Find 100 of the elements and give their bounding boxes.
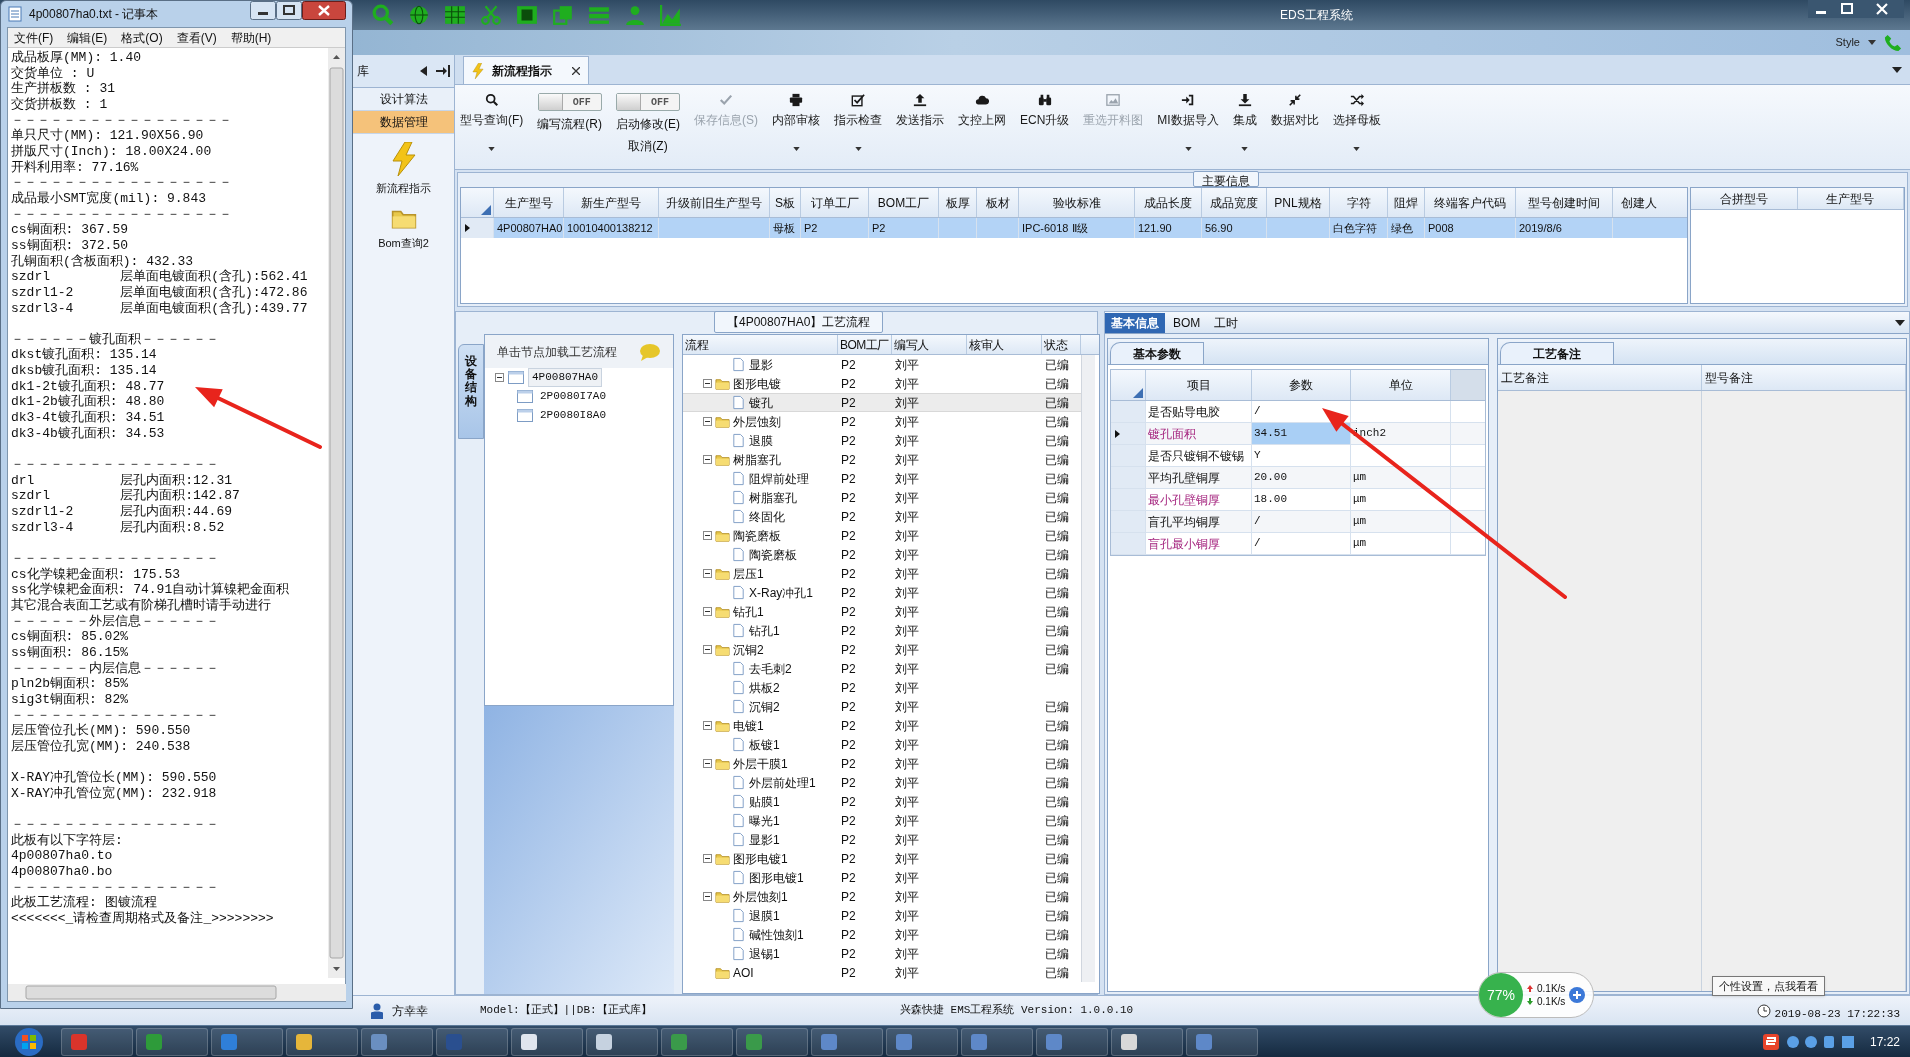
column-header[interactable]: 核审人: [967, 335, 1042, 354]
nav-item[interactable]: 数据管理: [353, 111, 454, 134]
table-row[interactable]: 图形电镀1 P2 刘平 已编: [683, 849, 1081, 868]
column-header[interactable]: 合拼型号: [1691, 188, 1798, 209]
close-icon[interactable]: [302, 1, 346, 20]
table-row[interactable]: 显影1 P2 刘平 已编: [683, 830, 1081, 849]
scrollbar[interactable]: [1081, 355, 1095, 982]
collapse-icon[interactable]: [703, 379, 712, 388]
table-row[interactable]: AOI P2 刘平 已编: [683, 963, 1081, 982]
menu-item[interactable]: 帮助(H): [230, 28, 272, 47]
menu-item[interactable]: 文件(F): [14, 28, 54, 47]
tree-node[interactable]: 2P0080I8A0: [537, 407, 609, 424]
caret-icon[interactable]: [1892, 67, 1902, 73]
collapse-icon[interactable]: [703, 531, 712, 540]
menu-item[interactable]: 查看(V): [176, 28, 217, 47]
table-row[interactable]: 碱性蚀刻1 P2 刘平 已编: [683, 925, 1081, 944]
search-icon[interactable]: [372, 4, 394, 26]
column-header[interactable]: 工艺备注: [1498, 365, 1702, 390]
close-icon[interactable]: [1860, 0, 1904, 18]
column-header[interactable]: PNL规格: [1266, 188, 1329, 217]
column-header[interactable]: 板厚: [938, 188, 976, 217]
table-row[interactable]: 钻孔1 P2 刘平 已编: [683, 621, 1081, 640]
pin-icon[interactable]: [436, 65, 450, 77]
document-tab[interactable]: 新流程指示: [463, 56, 589, 84]
toggle-switch[interactable]: OFF: [537, 93, 602, 111]
caret-icon[interactable]: [1895, 320, 1905, 326]
collapse-icon[interactable]: [703, 645, 712, 654]
table-row[interactable]: 陶瓷磨板 P2 刘平 已编: [683, 545, 1081, 564]
tab[interactable]: 基本参数: [1110, 342, 1204, 364]
copy-icon[interactable]: [552, 4, 574, 26]
ribbon-button[interactable]: 选择母板: [1329, 93, 1384, 151]
tab[interactable]: BOM: [1167, 313, 1207, 333]
collapse-icon[interactable]: [703, 892, 712, 901]
collapse-icon[interactable]: [703, 854, 712, 863]
table-row[interactable]: 是否贴导电胶 /: [1111, 401, 1485, 423]
scrollbar[interactable]: [8, 984, 346, 1001]
table-row[interactable]: 外层蚀刻 P2 刘平 已编: [683, 412, 1081, 431]
table-row[interactable]: X-Ray冲孔1 P2 刘平 已编: [683, 583, 1081, 602]
tab[interactable]: 基本信息: [1105, 313, 1165, 333]
plus-icon[interactable]: [1569, 987, 1586, 1003]
taskbar-clock[interactable]: 17:22: [1869, 1032, 1900, 1051]
ribbon-button[interactable]: 集成: [1229, 93, 1260, 151]
column-header[interactable]: 验收标准: [1018, 188, 1134, 217]
tray-icon[interactable]: [1785, 1033, 1856, 1050]
scissors-icon[interactable]: [480, 4, 502, 26]
collapse-icon[interactable]: [703, 417, 712, 426]
table-row[interactable]: 树脂塞孔 P2 刘平 已编: [683, 450, 1081, 469]
column-header[interactable]: 项目: [1145, 370, 1251, 400]
taskbar-button[interactable]: [1111, 1027, 1183, 1056]
column-header[interactable]: 字符: [1329, 188, 1387, 217]
column-header[interactable]: 新生产型号: [563, 188, 658, 217]
table-row[interactable]: 外层干膜1 P2 刘平 已编: [683, 754, 1081, 773]
table-row[interactable]: 树脂塞孔 P2 刘平 已编: [683, 488, 1081, 507]
table-row[interactable]: 烘板2 P2 刘平: [683, 678, 1081, 697]
tree-node[interactable]: 2P0080I7A0: [537, 388, 609, 405]
table-row[interactable]: 4P00807HA0 10010400138212 母板 P2 P2 IPC-6018 Ⅱ级 121.90 56.90 白色字符 绿色 P008 2019/8/6: [461, 218, 1687, 238]
column-header[interactable]: BOM工厂: [868, 188, 938, 217]
table-row[interactable]: 钻孔1 P2 刘平 已编: [683, 602, 1081, 621]
table-row[interactable]: 显影 P2 刘平 已编: [683, 355, 1081, 374]
menu-item[interactable]: 格式(O): [121, 28, 163, 47]
column-header[interactable]: 订单工厂: [800, 188, 868, 217]
table-row[interactable]: 外层前处理1 P2 刘平 已编: [683, 773, 1081, 792]
table-row[interactable]: 盲孔平均铜厚 / μm: [1111, 511, 1485, 533]
collapse-icon[interactable]: [703, 759, 712, 768]
film-icon[interactable]: [516, 4, 538, 26]
column-header[interactable]: 流程: [683, 335, 838, 354]
style-menu[interactable]: Style: [1835, 34, 1860, 51]
ribbon-button[interactable]: 内部审核: [769, 93, 823, 151]
collapse-icon[interactable]: [703, 569, 712, 578]
collapse-icon[interactable]: [703, 721, 712, 730]
ribbon-button[interactable]: 文控上网: [955, 93, 1009, 129]
table-row[interactable]: 去毛刺2 P2 刘平 已编: [683, 659, 1081, 678]
table-row[interactable]: 层压1 P2 刘平 已编: [683, 564, 1081, 583]
table-row[interactable]: 终固化 P2 刘平 已编: [683, 507, 1081, 526]
column-header[interactable]: 型号备注: [1702, 365, 1906, 390]
column-header[interactable]: 板材: [976, 188, 1018, 217]
table-row[interactable]: 外层蚀刻1 P2 刘平 已编: [683, 887, 1081, 906]
person-icon[interactable]: [624, 4, 646, 26]
column-header[interactable]: 参数: [1251, 370, 1350, 400]
nav-item[interactable]: 设计算法: [353, 88, 454, 111]
table-row[interactable]: 图形电镀 P2 刘平 已编: [683, 374, 1081, 393]
tab[interactable]: 工艺备注: [1500, 342, 1614, 364]
ribbon-button[interactable]: 数据对比: [1267, 93, 1322, 129]
table-row[interactable]: 退膜1 P2 刘平 已编: [683, 906, 1081, 925]
ribbon-button[interactable]: 发送指示: [893, 93, 947, 129]
shortcut-label[interactable]: Bom查询2: [378, 234, 429, 251]
taskbar-button[interactable]: [286, 1027, 358, 1056]
table-row[interactable]: 退膜 P2 刘平 已编: [683, 431, 1081, 450]
maximize-icon[interactable]: [276, 1, 302, 20]
vertical-tab[interactable]: 设备结构: [458, 344, 484, 439]
table-row[interactable]: 贴膜1 P2 刘平 已编: [683, 792, 1081, 811]
ribbon-button[interactable]: MI数据导入: [1154, 93, 1222, 151]
table-row[interactable]: 电镀1 P2 刘平 已编: [683, 716, 1081, 735]
table-row[interactable]: 盲孔最小铜厚 / μm: [1111, 533, 1485, 555]
close-icon[interactable]: [572, 66, 580, 75]
column-header[interactable]: 终端客户代码: [1424, 188, 1515, 217]
table-row[interactable]: 最小孔壁铜厚 18.00 μm: [1111, 489, 1485, 511]
list-icon[interactable]: [588, 4, 610, 26]
scrollbar[interactable]: [328, 48, 345, 978]
ribbon-button[interactable]: 指示检查: [831, 93, 885, 151]
